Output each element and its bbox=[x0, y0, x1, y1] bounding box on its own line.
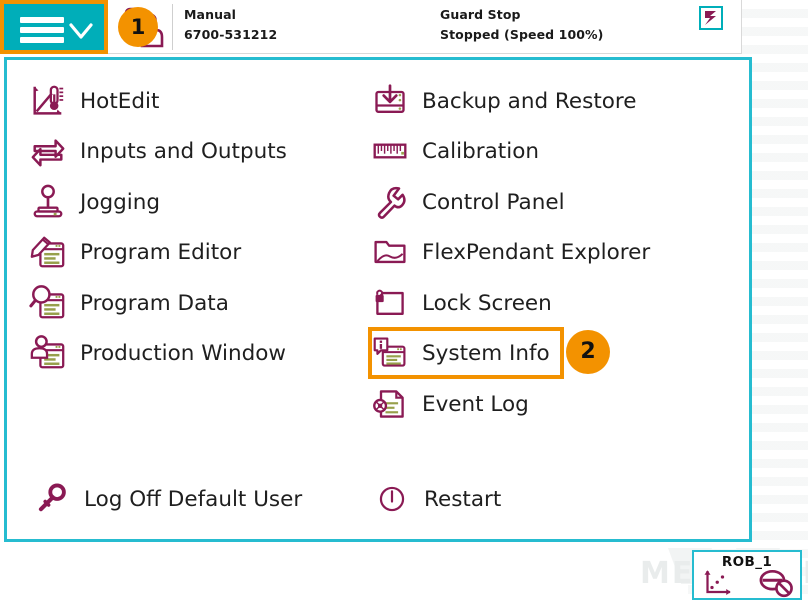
chevron-down-icon bbox=[69, 23, 93, 39]
wrench-icon bbox=[370, 182, 410, 222]
menu-item-label: Backup and Restore bbox=[422, 88, 637, 114]
menu-item-label: Event Log bbox=[422, 391, 529, 417]
hotedit-icon bbox=[28, 81, 68, 121]
menu-item-label: Control Panel bbox=[422, 189, 565, 215]
menu-item-label: Production Window bbox=[80, 340, 286, 366]
lock-screen-icon bbox=[370, 283, 410, 323]
menu-item-label: Log Off Default User bbox=[84, 486, 303, 512]
controller-id-label: 6700-531212 bbox=[184, 27, 278, 42]
joystick-icon bbox=[28, 182, 68, 222]
menu-item-label: HotEdit bbox=[80, 88, 160, 114]
callout-badge-1: 1 bbox=[118, 7, 158, 47]
jog-axes-icon bbox=[704, 570, 731, 595]
menu-item-log-off[interactable]: Log Off Default User bbox=[32, 478, 302, 520]
hamburger-bar-2 bbox=[20, 27, 64, 33]
calibration-ruler-icon bbox=[370, 131, 410, 171]
menu-item-control-panel[interactable]: Control Panel bbox=[370, 181, 565, 223]
menu-item-inputs-and-outputs[interactable]: Inputs and Outputs bbox=[28, 130, 287, 172]
header-divider bbox=[172, 4, 173, 50]
menu-item-label: Program Data bbox=[80, 290, 229, 316]
menu-item-flexpendant-explorer[interactable]: FlexPendant Explorer bbox=[370, 231, 650, 273]
operating-mode-label: Manual bbox=[184, 7, 236, 22]
menu-item-backup-and-restore[interactable]: Backup and Restore bbox=[370, 80, 637, 122]
menu-item-label: Calibration bbox=[422, 138, 539, 164]
menu-item-label: Program Editor bbox=[80, 239, 242, 265]
system-info-icon bbox=[370, 333, 410, 373]
motors-off-icon[interactable] bbox=[699, 6, 723, 30]
menu-item-program-data[interactable]: Program Data bbox=[28, 282, 229, 324]
menu-item-label: Jogging bbox=[80, 189, 161, 215]
menu-item-label: FlexPendant Explorer bbox=[422, 239, 651, 265]
event-log-icon bbox=[370, 384, 410, 424]
hamburger-bar-3 bbox=[20, 37, 64, 43]
hamburger-menu-icon bbox=[20, 17, 64, 23]
motors-disabled-icon bbox=[759, 570, 793, 598]
folder-icon bbox=[370, 232, 410, 272]
callout-badge-2: 2 bbox=[566, 330, 610, 374]
menu-item-label: Lock Screen bbox=[422, 290, 552, 316]
menu-item-production-window[interactable]: Production Window bbox=[28, 332, 286, 374]
menu-item-lock-screen[interactable]: Lock Screen bbox=[370, 282, 552, 324]
menu-item-calibration[interactable]: Calibration bbox=[370, 130, 539, 172]
controller-state-label: Guard Stop bbox=[440, 7, 521, 22]
key-icon bbox=[32, 479, 72, 519]
menu-item-hotedit[interactable]: HotEdit bbox=[28, 80, 159, 122]
execution-state-label: Stopped (Speed 100%) bbox=[440, 27, 604, 42]
menu-item-label: Inputs and Outputs bbox=[80, 138, 287, 164]
main-menu-button[interactable] bbox=[2, 2, 106, 52]
menu-item-system-info[interactable]: System Info bbox=[370, 332, 550, 374]
inputs-outputs-icon bbox=[28, 131, 68, 171]
task-robot-widget[interactable]: ROB_1 bbox=[692, 550, 802, 600]
menu-item-jogging[interactable]: Jogging bbox=[28, 181, 160, 223]
program-data-icon bbox=[28, 283, 68, 323]
production-window-icon bbox=[28, 333, 68, 373]
backup-restore-icon bbox=[370, 81, 410, 121]
status-header: Manual 6700-531212 Guard Stop Stopped (S… bbox=[0, 0, 742, 54]
power-restart-icon bbox=[372, 479, 412, 519]
menu-item-event-log[interactable]: Event Log bbox=[370, 383, 529, 425]
menu-item-label: Restart bbox=[424, 486, 502, 512]
menu-item-restart[interactable]: Restart bbox=[372, 478, 501, 520]
menu-item-label: System Info bbox=[422, 340, 550, 366]
menu-item-program-editor[interactable]: Program Editor bbox=[28, 231, 241, 273]
program-editor-icon bbox=[28, 232, 68, 272]
